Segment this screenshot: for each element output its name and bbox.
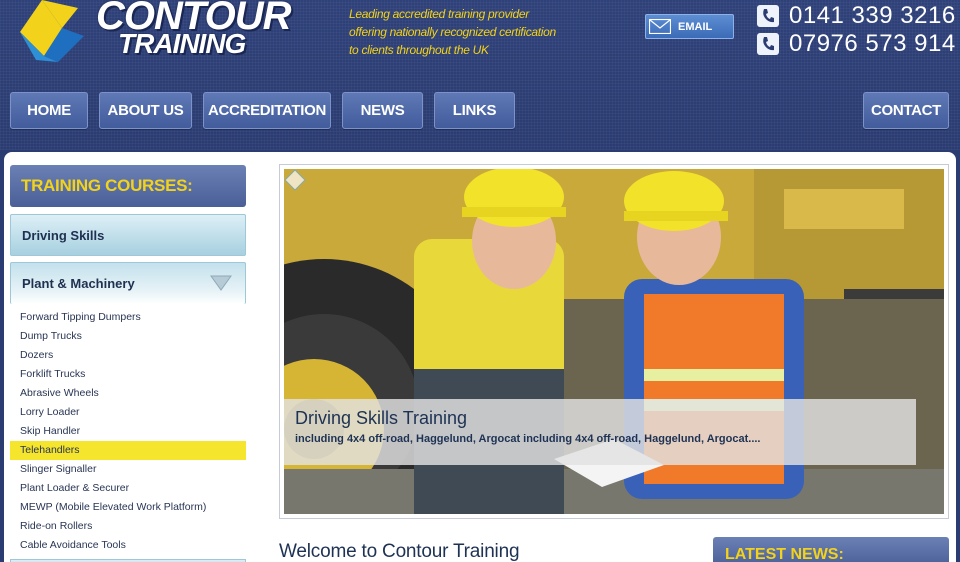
phone-number-mobile: 07976 573 914 xyxy=(789,30,956,57)
course-link[interactable]: Lorry Loader xyxy=(10,403,246,422)
nav-links[interactable]: LINKS xyxy=(434,92,515,129)
site-header: CONTOUR TRAINING Leading accredited trai… xyxy=(0,0,960,150)
logo-diamond-icon xyxy=(20,0,84,62)
envelope-icon xyxy=(646,15,674,38)
phone-number-landline: 0141 339 3216 xyxy=(789,2,956,29)
nav-home[interactable]: HOME xyxy=(10,92,88,129)
course-link-active[interactable]: Telehandlers xyxy=(10,441,246,460)
phone-icon xyxy=(757,33,779,55)
welcome-heading: Welcome to Contour Training xyxy=(279,541,520,562)
nav-accreditation[interactable]: ACCREDITATION xyxy=(203,92,331,129)
logo-text-training: TRAINING xyxy=(118,28,246,59)
email-button[interactable]: EMAIL xyxy=(645,14,734,39)
course-link[interactable]: Plant Loader & Securer xyxy=(10,479,246,498)
tagline-line-1: Leading accredited training provider xyxy=(349,7,529,21)
expand-arrow-icon xyxy=(210,275,232,291)
hero-image: Driving Skills Training including 4x4 of… xyxy=(284,169,944,514)
course-link[interactable]: Cable Avoidance Tools xyxy=(10,536,246,555)
contour-training-logo[interactable]: CONTOUR TRAINING xyxy=(18,0,328,75)
hero-caption[interactable]: Driving Skills Training including 4x4 of… xyxy=(284,399,916,465)
nav-news[interactable]: NEWS xyxy=(342,92,423,129)
plant-course-list: Forward Tipping Dumpers Dump Trucks Doze… xyxy=(10,308,246,555)
course-link[interactable]: Skip Handler xyxy=(10,422,246,441)
training-courses-heading: TRAINING COURSES: xyxy=(10,165,246,207)
course-link[interactable]: Forklift Trucks xyxy=(10,365,246,384)
category-label: Driving Skills xyxy=(22,227,105,243)
course-link[interactable]: Ride-on Rollers xyxy=(10,517,246,536)
phone-landline[interactable]: 0141 339 3216 xyxy=(757,2,956,30)
tagline-line-2: offering nationally recognized certifica… xyxy=(349,25,556,39)
nav-about-us[interactable]: ABOUT US xyxy=(99,92,192,129)
latest-news-heading: LATEST NEWS: xyxy=(713,537,949,562)
course-link[interactable]: Dump Trucks xyxy=(10,327,246,346)
category-label: Plant & Machinery xyxy=(22,276,135,291)
course-link[interactable]: MEWP (Mobile Elevated Work Platform) xyxy=(10,498,246,517)
category-plant-machinery[interactable]: Plant & Machinery xyxy=(10,262,246,304)
course-link[interactable]: Forward Tipping Dumpers xyxy=(10,308,246,327)
nav-contact[interactable]: CONTACT xyxy=(863,92,949,129)
email-button-label: EMAIL xyxy=(678,20,713,33)
tagline: Leading accredited training provider off… xyxy=(349,5,609,59)
hero-slideshow[interactable]: Driving Skills Training including 4x4 of… xyxy=(279,164,949,519)
category-driving-skills[interactable]: Driving Skills xyxy=(10,214,246,256)
caption-subtitle: including 4x4 off-road, Haggelund, Argoc… xyxy=(295,433,761,445)
phone-mobile[interactable]: 07976 573 914 xyxy=(757,30,956,58)
caption-title: Driving Skills Training xyxy=(295,408,468,428)
phone-icon xyxy=(757,5,779,27)
next-slide-icon[interactable] xyxy=(284,169,306,191)
tagline-line-3: to clients throughout the UK xyxy=(349,43,489,57)
course-link[interactable]: Abrasive Wheels xyxy=(10,384,246,403)
course-link[interactable]: Dozers xyxy=(10,346,246,365)
course-link[interactable]: Slinger Signaller xyxy=(10,460,246,479)
